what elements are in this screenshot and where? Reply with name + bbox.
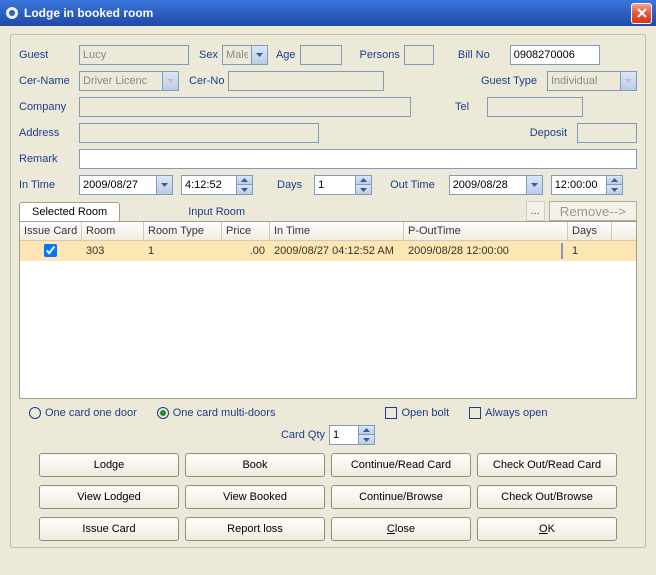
address-field [79,123,319,143]
label-intime: In Time [19,179,75,191]
continue-read-card-button[interactable]: Continue/Read Card [331,453,471,477]
cerno-field [228,71,384,91]
view-lodged-button[interactable]: View Lodged [39,485,179,509]
sex-select [222,45,252,65]
cell-out: 2009/08/28 12:00:00 [404,241,568,261]
label-persons: Persons [360,49,400,61]
check-open-bolt[interactable]: Open bolt [385,407,449,419]
card-qty-spinner[interactable] [359,425,375,445]
window-title: Lodge in booked room [24,6,153,20]
col-days[interactable]: Days [568,222,612,240]
ellipsis-button[interactable]: ... [526,201,545,221]
label-age: Age [276,49,296,61]
chevron-down-icon[interactable] [527,175,543,195]
card-qty-field[interactable] [329,425,359,445]
age-field [300,45,342,65]
title-bar: Lodge in booked room [0,0,656,26]
days-spinner[interactable] [356,175,372,195]
continue-browse-button[interactable]: Continue/Browse [331,485,471,509]
col-issue-card[interactable]: Issue Card [20,222,82,240]
label-card-qty: Card Qty [281,429,325,441]
col-price[interactable]: Price [222,222,270,240]
deposit-field [577,123,637,143]
persons-field [404,45,434,65]
cell-days: 1 [568,243,612,259]
cell-room: 303 [82,243,144,259]
cell-price: .00 [222,243,270,259]
close-icon[interactable] [631,3,652,24]
table-row[interactable]: 303 1 .00 2009/08/27 04:12:52 AM 2009/08… [20,241,636,261]
tel-field [487,97,583,117]
col-room-type[interactable]: Room Type [144,222,222,240]
app-icon [4,5,20,21]
cername-select [79,71,163,91]
guest-field [79,45,189,65]
chevron-down-icon [252,45,268,65]
tab-selected-room[interactable]: Selected Room [19,202,120,222]
chevron-down-icon [621,71,637,91]
check-always-open[interactable]: Always open [469,407,547,419]
cell-in: 2009/08/27 04:12:52 AM [270,243,404,259]
radio-multi-door[interactable]: One card multi-doors [157,407,276,419]
label-days: Days [277,179,302,191]
intime-date-field[interactable] [79,175,157,195]
col-room[interactable]: Room [82,222,144,240]
remark-field[interactable] [79,149,637,169]
book-button[interactable]: Book [185,453,325,477]
label-remark: Remark [19,153,75,165]
label-guest: Guest [19,49,75,61]
label-company: Company [19,101,75,113]
days-field[interactable] [314,175,356,195]
cell-type: 1 [144,243,222,259]
label-deposit: Deposit [530,127,567,139]
label-sex: Sex [199,49,218,61]
close-button[interactable]: Close [331,517,471,541]
billno-field[interactable] [510,45,600,65]
issue-card-checkbox[interactable] [44,244,57,257]
checkout-browse-button[interactable]: Check Out/Browse [477,485,617,509]
col-in-time[interactable]: In Time [270,222,404,240]
issue-card-button[interactable]: Issue Card [39,517,179,541]
room-grid: Issue Card Room Room Type Price In Time … [19,221,637,399]
label-outtime: Out Time [390,179,435,191]
label-billno: Bill No [458,49,490,61]
guesttype-select [547,71,621,91]
view-booked-button[interactable]: View Booked [185,485,325,509]
label-guesttype: Guest Type [481,75,537,87]
col-out-time[interactable]: P-OutTime [404,222,568,240]
lodge-button[interactable]: Lodge [39,453,179,477]
remove-button: Remove--> [549,201,637,221]
company-field [79,97,411,117]
outtime-time-field[interactable] [551,175,607,195]
intime-time-spinner[interactable] [237,175,253,195]
outtime-date-field[interactable] [449,175,527,195]
label-cername: Cer-Name [19,75,75,87]
outtime-time-spinner[interactable] [607,175,623,195]
label-address: Address [19,127,75,139]
grid-header: Issue Card Room Room Type Price In Time … [20,222,636,241]
checkout-read-card-button[interactable]: Check Out/Read Card [477,453,617,477]
chevron-down-icon[interactable] [157,175,173,195]
intime-time-field[interactable] [181,175,237,195]
chevron-down-icon[interactable] [561,243,563,259]
radio-one-door[interactable]: One card one door [29,407,137,419]
label-cerno: Cer-No [189,75,224,87]
tab-input-room[interactable]: Input Room [180,203,253,221]
form-panel: Guest Sex Age Persons Bill No Cer-Name C… [10,34,646,548]
label-tel: Tel [455,101,469,113]
chevron-down-icon [163,71,179,91]
ok-button[interactable]: OK [477,517,617,541]
report-loss-button[interactable]: Report loss [185,517,325,541]
